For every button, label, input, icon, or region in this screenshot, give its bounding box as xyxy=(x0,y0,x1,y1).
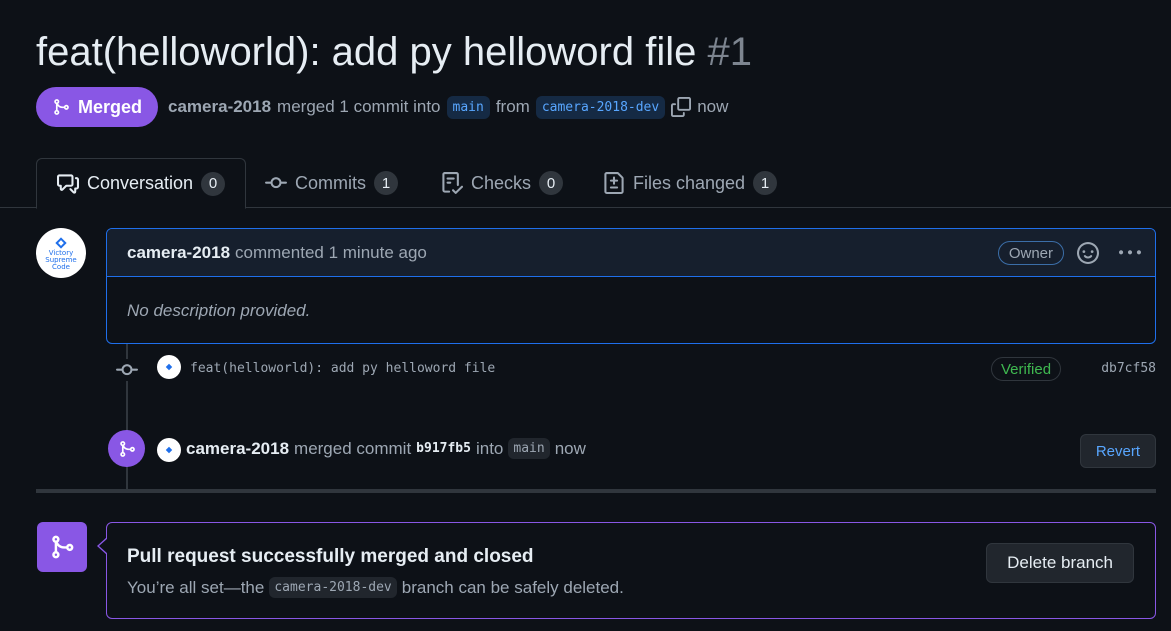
commit-author-avatar[interactable] xyxy=(157,355,181,379)
comment-body: No description provided. xyxy=(127,301,311,320)
tab-conversation-label: Conversation xyxy=(87,173,194,193)
file-diff-icon xyxy=(604,172,624,194)
merge-branch-link[interactable]: main xyxy=(508,438,550,459)
tab-conversation-count: 0 xyxy=(201,171,226,196)
merge-event-action: merged commit xyxy=(294,438,412,458)
victory-logo-icon xyxy=(165,363,173,371)
avatar-logo-line3: Code xyxy=(52,262,70,271)
git-merge-icon xyxy=(119,440,135,457)
tab-commits[interactable]: Commits 1 xyxy=(265,158,398,208)
smiley-icon[interactable] xyxy=(1077,242,1099,264)
pr-number: #1 xyxy=(707,30,752,74)
delete-branch-button[interactable]: Delete branch xyxy=(986,543,1134,583)
git-merge-icon xyxy=(54,99,69,115)
commit-sha-link[interactable]: db7cf58 xyxy=(1101,361,1156,376)
pr-tabs: Conversation 0 Commits 1 Checks 0 Files … xyxy=(0,158,1171,209)
checklist-icon xyxy=(442,172,463,194)
copy-icon[interactable] xyxy=(671,97,692,117)
tab-checks-label: Checks xyxy=(471,172,532,193)
merged-status-subtitle: You’re all set—the camera-2018-dev branc… xyxy=(127,577,624,598)
pr-author-link[interactable]: camera-2018 xyxy=(168,97,271,117)
git-merge-icon xyxy=(52,535,74,559)
merge-event-badge xyxy=(108,430,145,467)
merged-status-icon xyxy=(37,522,87,572)
pr-title-text: feat(helloworld): add py helloword file xyxy=(36,30,697,74)
git-commit-icon xyxy=(265,177,287,189)
merge-into-text: into xyxy=(475,438,504,458)
tab-conversation[interactable]: Conversation 0 xyxy=(36,158,247,209)
git-commit-icon xyxy=(116,359,138,381)
merged-status-title: Pull request successfully merged and clo… xyxy=(127,546,534,567)
merge-summary-text: merged 1 commit into xyxy=(277,97,441,116)
comment-author-link[interactable]: camera-2018 xyxy=(127,243,230,263)
comment-action-text[interactable]: commented 1 minute ago xyxy=(235,243,427,263)
commit-message-link[interactable]: feat(helloworld): add py helloword file xyxy=(190,361,495,376)
tab-files-changed[interactable]: Files changed 1 xyxy=(603,158,778,208)
tab-commits-label: Commits xyxy=(295,172,366,193)
tab-commits-count: 1 xyxy=(374,171,398,195)
merge-timeline-item: camera-2018 merged commit b917fb5 into m… xyxy=(108,430,1156,470)
merged-sub-prefix: You’re all set—the xyxy=(127,577,265,597)
owner-badge: Owner xyxy=(997,241,1064,265)
pr-description-comment: camera-2018 commented 1 minute ago Owner… xyxy=(106,228,1156,344)
kebab-horizontal-icon[interactable] xyxy=(1119,242,1141,264)
base-branch-link[interactable]: main xyxy=(446,95,490,119)
merge-event-time[interactable]: now xyxy=(555,439,586,459)
tab-files-changed-label: Files changed xyxy=(633,172,746,193)
deletable-branch-link[interactable]: camera-2018-dev xyxy=(269,577,397,598)
merge-author-avatar[interactable] xyxy=(157,438,181,462)
pr-meta: Merged camera-2018 merged 1 commit into … xyxy=(36,87,728,127)
head-branch-link[interactable]: camera-2018-dev xyxy=(535,95,666,119)
merge-time: now xyxy=(697,97,729,116)
commit-timeline-item: feat(helloworld): add py helloword file … xyxy=(110,354,1156,384)
merged-state-badge: Merged xyxy=(36,87,159,127)
pr-title: feat(helloworld): add py helloword file … xyxy=(36,30,752,75)
merge-summary: camera-2018 merged 1 commit into main fr… xyxy=(168,95,729,119)
revert-button[interactable]: Revert xyxy=(1079,434,1156,468)
comment-header: camera-2018 commented 1 minute ago Owner xyxy=(107,229,1155,277)
from-text: from xyxy=(495,97,530,116)
merge-commit-sha-link[interactable]: b917fb5 xyxy=(416,441,471,456)
merged-box-pointer-inner xyxy=(99,538,108,554)
verified-badge[interactable]: Verified xyxy=(991,357,1062,381)
tab-checks[interactable]: Checks 0 xyxy=(441,158,564,208)
victory-logo-icon xyxy=(165,446,173,454)
victory-logo-icon xyxy=(55,236,67,249)
merged-sub-suffix: branch can be safely deleted. xyxy=(401,577,624,597)
merged-status-box: Pull request successfully merged and clo… xyxy=(106,522,1156,619)
timeline-divider xyxy=(36,489,1156,493)
tab-files-changed-count: 1 xyxy=(753,171,778,195)
merge-author-link[interactable]: camera-2018 xyxy=(186,439,289,459)
comment-discussion-icon xyxy=(57,173,79,194)
comment-author-avatar[interactable]: Victory Supreme Code xyxy=(36,228,86,278)
merge-event-text: camera-2018 merged commit b917fb5 into m… xyxy=(186,438,586,459)
merged-state-label: Merged xyxy=(78,96,143,117)
tab-checks-count: 0 xyxy=(539,171,564,195)
